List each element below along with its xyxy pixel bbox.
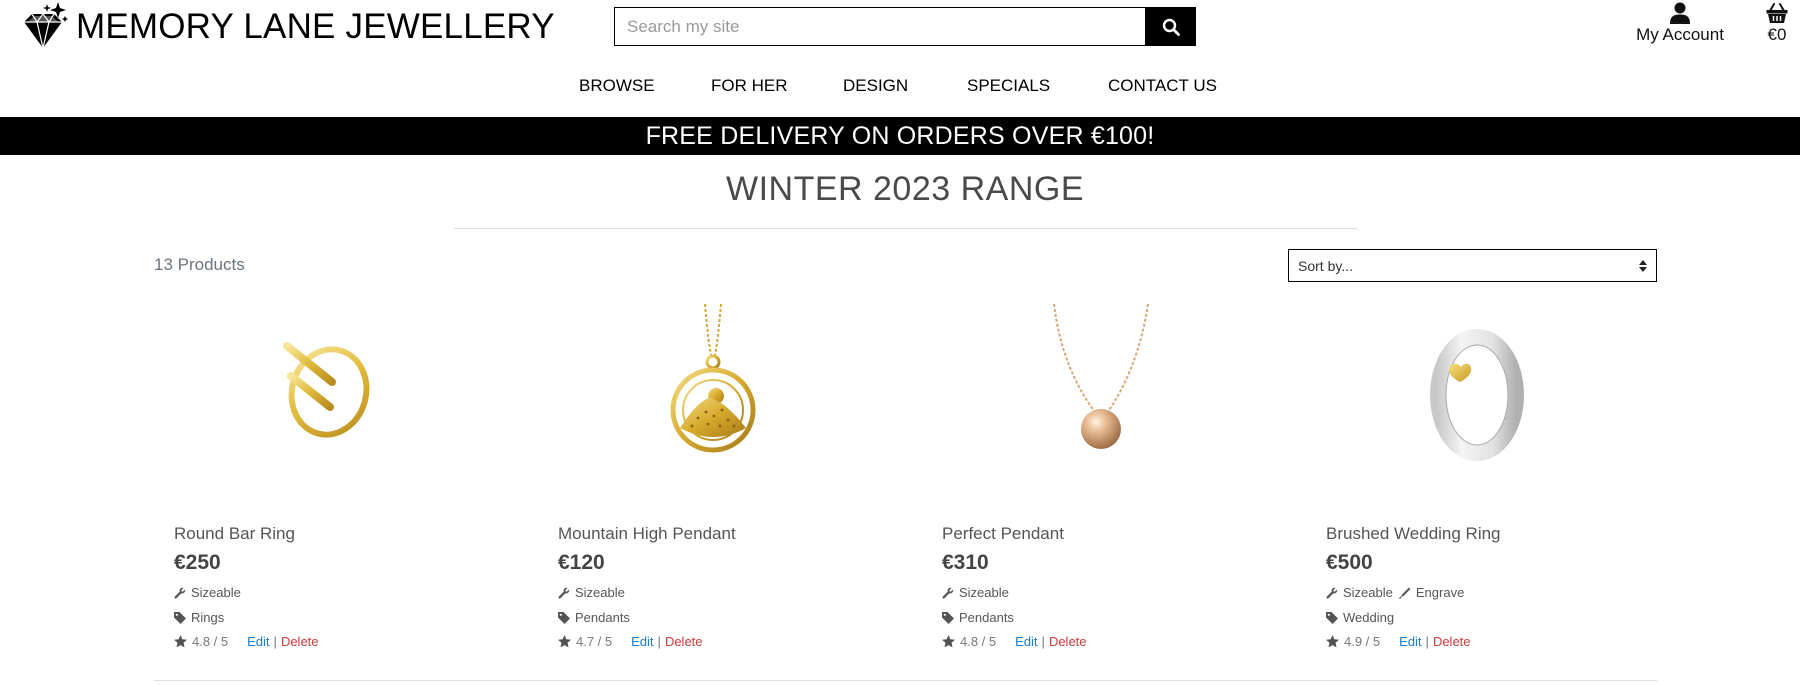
product-category-label: Pendants — [575, 610, 630, 625]
brand-name: MEMORY LANE JEWELLERY — [76, 7, 555, 46]
delete-link[interactable]: Delete — [1049, 634, 1087, 649]
bag-total: €0 — [1767, 25, 1787, 44]
search-button[interactable] — [1145, 7, 1196, 46]
product-rating: 4.8 / 5 — [960, 634, 997, 649]
product-feature: Sizeable — [942, 585, 1009, 600]
product-category-label: Pendants — [959, 610, 1014, 625]
edit-link[interactable]: Edit — [247, 634, 269, 649]
delivery-banner: FREE DELIVERY ON ORDERS OVER €100! — [0, 117, 1800, 155]
my-account-link[interactable]: My Account — [1628, 0, 1732, 45]
shopping-bag-link[interactable]: €0 — [1758, 0, 1796, 45]
title-divider — [454, 228, 1357, 229]
product-feature-label: Sizeable — [191, 585, 241, 600]
sort-arrows-icon — [1639, 259, 1647, 272]
product-category[interactable]: Pendants — [942, 610, 1014, 625]
product-feature: Sizeable Engrave — [1326, 585, 1464, 600]
product-rating: 4.9 / 5 — [1344, 634, 1381, 649]
product-price: €310 — [942, 551, 989, 574]
product-card[interactable]: Mountain High Pendant €120 Sizeable Pend… — [538, 300, 922, 660]
product-rating-row: 4.7 / 5 Edit | Delete — [558, 634, 703, 649]
product-name[interactable]: Brushed Wedding Ring — [1326, 524, 1501, 544]
product-category[interactable]: Wedding — [1326, 610, 1394, 625]
edit-link[interactable]: Edit — [1399, 634, 1421, 649]
product-category-label: Wedding — [1343, 610, 1395, 625]
product-card[interactable]: Perfect Pendant €310 Sizeable Pendants 4… — [922, 300, 1306, 660]
tag-icon — [558, 611, 570, 624]
product-feature: Sizeable — [174, 585, 241, 600]
sort-select[interactable]: Sort by... — [1288, 249, 1657, 282]
product-feature-label: Sizeable — [1343, 585, 1393, 600]
nav-design[interactable]: DESIGN — [843, 76, 908, 96]
product-rating: 4.7 / 5 — [576, 634, 613, 649]
delete-link[interactable]: Delete — [281, 634, 319, 649]
star-icon — [174, 635, 187, 648]
product-card[interactable]: Round Bar Ring €250 Sizeable Rings 4.8 /… — [154, 300, 538, 660]
edit-link[interactable]: Edit — [1015, 634, 1037, 649]
product-price: €250 — [174, 551, 221, 574]
product-price: €500 — [1326, 551, 1373, 574]
link-separator: | — [273, 634, 277, 649]
product-name[interactable]: Perfect Pendant — [942, 524, 1064, 544]
ball-pendant-image[interactable] — [922, 300, 1306, 500]
link-separator: | — [1041, 634, 1045, 649]
product-price: €120 — [558, 551, 605, 574]
mountain-pendant-image[interactable] — [538, 300, 922, 500]
product-name[interactable]: Mountain High Pendant — [558, 524, 736, 544]
product-category[interactable]: Pendants — [558, 610, 630, 625]
diamond-logo-icon — [24, 2, 68, 49]
basket-icon — [1766, 3, 1788, 23]
site-search — [614, 7, 1196, 46]
wrench-icon — [558, 587, 570, 599]
search-icon — [1162, 18, 1180, 36]
gold-ring-image[interactable] — [154, 300, 538, 500]
star-icon — [558, 635, 571, 648]
product-rating: 4.8 / 5 — [192, 634, 229, 649]
tag-icon — [1326, 611, 1338, 624]
product-rating-row: 4.8 / 5 Edit | Delete — [174, 634, 319, 649]
product-card[interactable]: Brushed Wedding Ring €500 Sizeable Engra… — [1306, 300, 1690, 660]
nav-specials[interactable]: SPECIALS — [967, 76, 1050, 96]
wrench-icon — [1326, 587, 1338, 599]
search-input[interactable] — [614, 7, 1145, 46]
page-title: WINTER 2023 RANGE — [725, 170, 1085, 208]
product-feature-2-label: Engrave — [1415, 585, 1465, 600]
sort-select-label: Sort by... — [1298, 257, 1353, 274]
user-icon — [1670, 2, 1690, 24]
product-rating-row: 4.8 / 5 Edit | Delete — [942, 634, 1087, 649]
product-count: 13 Products — [154, 255, 245, 274]
main-nav: BROWSE FOR HER DESIGN SPECIALS CONTACT U… — [0, 76, 1800, 102]
my-account-label: My Account — [1636, 25, 1724, 44]
nav-browse[interactable]: BROWSE — [579, 76, 655, 96]
bottom-divider — [154, 680, 1657, 681]
silver-ring-image[interactable] — [1306, 300, 1690, 500]
product-feature-label: Sizeable — [959, 585, 1009, 600]
product-feature-label: Sizeable — [575, 585, 625, 600]
link-separator: | — [1425, 634, 1429, 649]
product-category-label: Rings — [191, 610, 225, 625]
wrench-icon — [942, 587, 954, 599]
star-icon — [942, 635, 955, 648]
brand-logo[interactable]: MEMORY LANE JEWELLERY — [18, 0, 555, 54]
edit-link[interactable]: Edit — [631, 634, 653, 649]
product-feature-2: Engrave — [1398, 585, 1465, 600]
wrench-icon — [174, 587, 186, 599]
link-separator: | — [657, 634, 661, 649]
tag-icon — [174, 611, 186, 624]
product-rating-row: 4.9 / 5 Edit | Delete — [1326, 634, 1471, 649]
nav-contact-us[interactable]: CONTACT US — [1108, 76, 1217, 96]
delete-link[interactable]: Delete — [665, 634, 703, 649]
nav-for-her[interactable]: FOR HER — [711, 76, 788, 96]
star-icon — [1326, 635, 1339, 648]
product-feature: Sizeable — [558, 585, 625, 600]
product-category[interactable]: Rings — [174, 610, 224, 625]
engrave-pen-icon — [1398, 587, 1411, 599]
product-name[interactable]: Round Bar Ring — [174, 524, 295, 544]
tag-icon — [942, 611, 954, 624]
delete-link[interactable]: Delete — [1433, 634, 1471, 649]
